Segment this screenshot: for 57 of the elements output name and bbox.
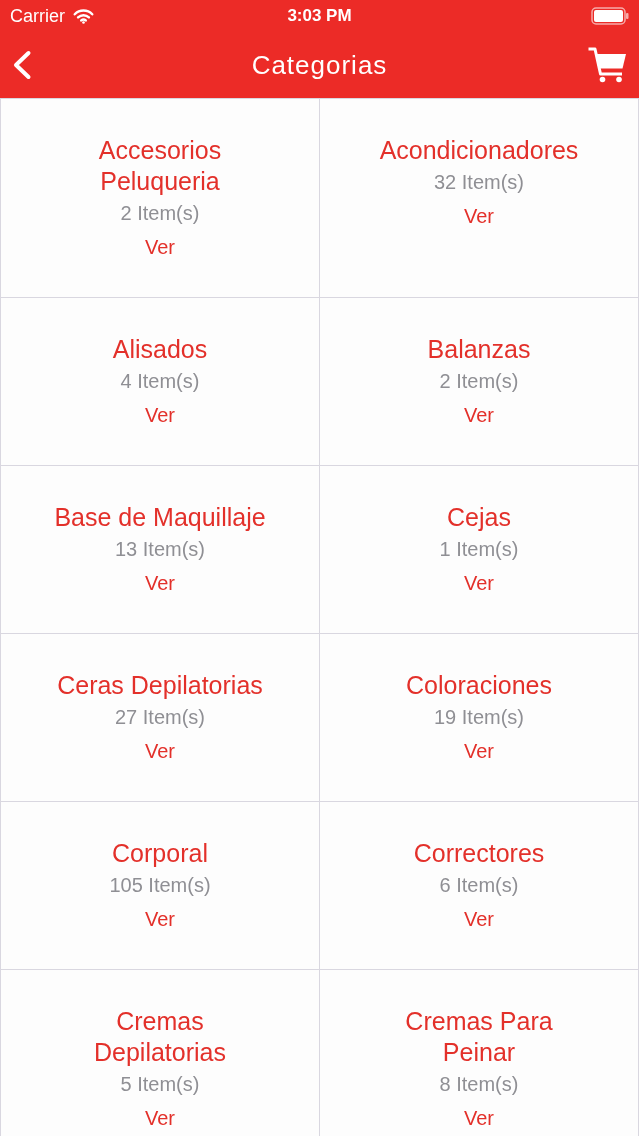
category-name: Acondicionadores <box>379 135 579 166</box>
item-count: 32 Item(s) <box>434 170 524 195</box>
header-title: Categorias <box>251 49 388 81</box>
cart-button[interactable] <box>587 46 627 84</box>
category-card[interactable]: Corporal 105 Item(s) Ver <box>1 802 319 969</box>
view-link[interactable]: Ver <box>464 401 494 429</box>
view-link[interactable]: Ver <box>145 401 175 429</box>
category-card[interactable]: Cejas 1 Item(s) Ver <box>320 466 638 633</box>
item-count: 5 Item(s) <box>120 1072 200 1097</box>
battery-icon <box>591 7 629 25</box>
chevron-left-icon <box>12 50 32 80</box>
view-link[interactable]: Ver <box>145 569 175 597</box>
category-card[interactable]: Base de Maquillaje 13 Item(s) Ver <box>1 466 319 633</box>
item-count: 13 Item(s) <box>115 537 205 562</box>
view-link[interactable]: Ver <box>464 905 494 933</box>
item-count: 2 Item(s) <box>120 201 200 226</box>
category-card[interactable]: Cremas Depilatorias 5 Item(s) Ver <box>1 970 319 1136</box>
item-count: 4 Item(s) <box>120 369 200 394</box>
view-link[interactable]: Ver <box>464 1104 494 1132</box>
category-name: Correctores <box>413 838 545 869</box>
category-name: Accesorios Peluqueria <box>97 135 223 197</box>
view-link[interactable]: Ver <box>145 233 175 261</box>
category-name: Corporal <box>112 838 208 869</box>
view-link[interactable]: Ver <box>464 202 494 230</box>
category-name: Ceras Depilatorias <box>57 670 263 701</box>
view-link[interactable]: Ver <box>464 569 494 597</box>
category-card[interactable]: Alisados 4 Item(s) Ver <box>1 298 319 465</box>
item-count: 2 Item(s) <box>439 369 519 394</box>
item-count: 6 Item(s) <box>439 873 519 898</box>
carrier-name: Carrier <box>10 5 65 27</box>
category-name: Cejas <box>447 502 511 533</box>
category-name: Alisados <box>112 334 208 365</box>
category-card[interactable]: Coloraciones 19 Item(s) Ver <box>320 634 638 801</box>
category-card[interactable]: Acondicionadores 32 Item(s) Ver <box>320 99 638 297</box>
view-link[interactable]: Ver <box>145 905 175 933</box>
item-count: 19 Item(s) <box>434 705 524 730</box>
category-name: Cremas Para Peinar <box>404 1006 554 1068</box>
category-card[interactable]: Balanzas 2 Item(s) Ver <box>320 298 638 465</box>
back-button[interactable] <box>12 50 32 80</box>
category-card[interactable]: Cremas Para Peinar 8 Item(s) Ver <box>320 970 638 1136</box>
item-count: 1 Item(s) <box>439 537 519 562</box>
category-name: Base de Maquillaje <box>54 502 266 533</box>
item-count: 105 Item(s) <box>109 873 211 898</box>
wifi-icon <box>73 8 94 24</box>
cart-icon <box>587 46 627 84</box>
item-count: 27 Item(s) <box>115 705 205 730</box>
category-name: Balanzas <box>427 334 531 365</box>
category-card[interactable]: Accesorios Peluqueria 2 Item(s) Ver <box>1 99 319 297</box>
view-link[interactable]: Ver <box>145 737 175 765</box>
category-name: Cremas Depilatorias <box>93 1006 227 1068</box>
category-name: Coloraciones <box>406 670 552 701</box>
view-link[interactable]: Ver <box>145 1104 175 1132</box>
status-time: 3:03 PM <box>287 5 352 27</box>
view-link[interactable]: Ver <box>464 737 494 765</box>
category-card[interactable]: Correctores 6 Item(s) Ver <box>320 802 638 969</box>
item-count: 8 Item(s) <box>439 1072 519 1097</box>
category-card[interactable]: Ceras Depilatorias 27 Item(s) Ver <box>1 634 319 801</box>
